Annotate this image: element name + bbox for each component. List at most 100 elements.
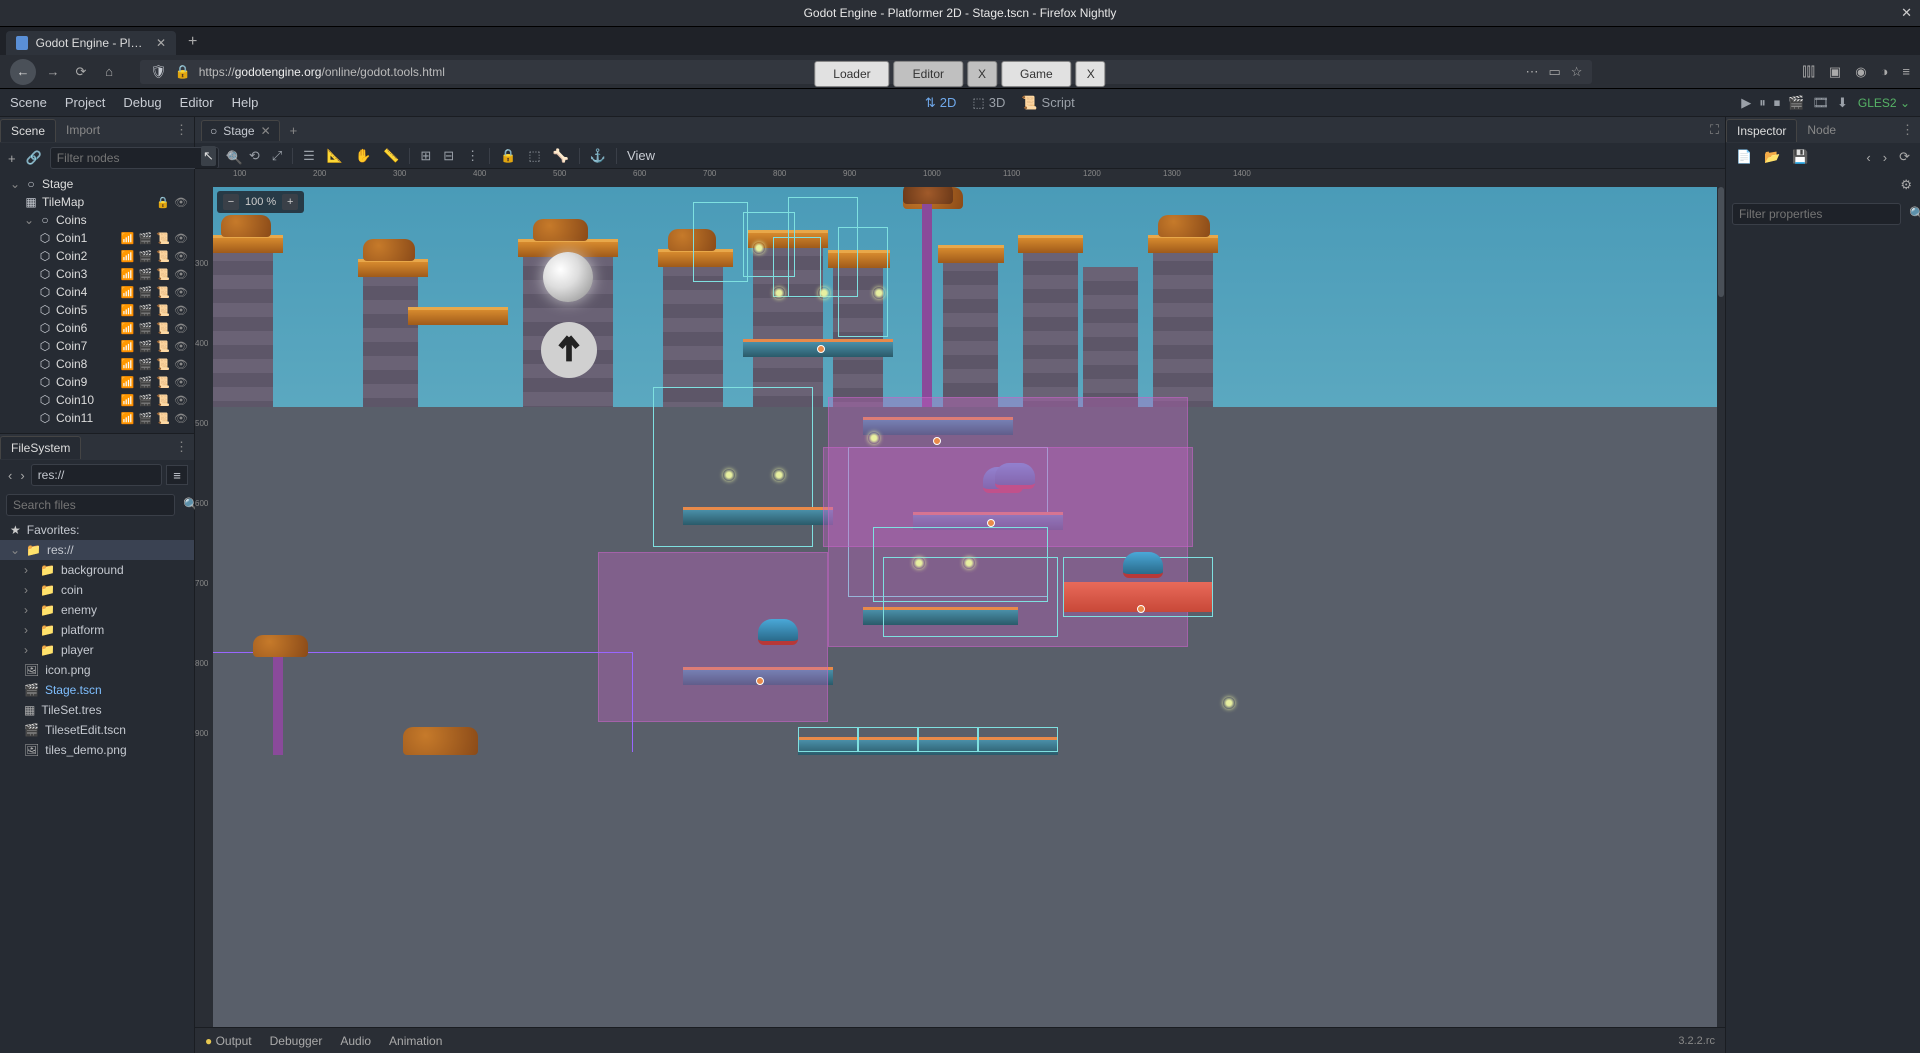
player-spawn-icon[interactable]: [541, 322, 597, 378]
scene-instance-icon[interactable]: 🎬: [139, 304, 153, 317]
tree-row[interactable]: ⌄ ○ Coins: [0, 211, 194, 229]
history-back-button[interactable]: ‹: [1864, 148, 1872, 167]
handle-icon[interactable]: [987, 519, 995, 527]
enemy-sprite[interactable]: [1123, 552, 1163, 578]
handle-icon[interactable]: [933, 437, 941, 445]
script-icon[interactable]: 📜: [156, 394, 170, 407]
save-resource-button[interactable]: 💾: [1790, 147, 1810, 167]
folder-row[interactable]: ›📁platform: [0, 620, 194, 640]
close-game-button[interactable]: X: [1076, 61, 1106, 87]
load-resource-button[interactable]: 📂: [1762, 147, 1782, 167]
renderer-select[interactable]: GLES2 ⌄: [1858, 96, 1910, 110]
list-tool[interactable]: ☰: [301, 146, 317, 166]
menu-help[interactable]: Help: [232, 95, 259, 110]
path-forward-button[interactable]: ›: [18, 466, 26, 485]
menu-project[interactable]: Project: [65, 95, 105, 110]
collapse-icon[interactable]: ⌄: [10, 543, 20, 557]
ruler-tool[interactable]: 📐: [325, 146, 345, 166]
mode-3d-button[interactable]: ⬚3D: [972, 95, 1005, 111]
close-editor-button[interactable]: X: [967, 61, 997, 87]
collapse-icon[interactable]: ⌄: [10, 177, 20, 191]
tab-close-button[interactable]: ✕: [156, 36, 166, 50]
coin-sprite[interactable]: [1223, 697, 1235, 709]
reload-button[interactable]: ⟳: [70, 61, 92, 83]
scene-instance-icon[interactable]: 🎬: [139, 286, 153, 299]
editor-tab[interactable]: Editor: [894, 61, 963, 87]
folder-row[interactable]: ⌄📁res://: [0, 540, 194, 560]
menu-icon[interactable]: ≡: [1902, 64, 1910, 79]
visibility-icon[interactable]: 👁: [174, 322, 188, 335]
node-tab[interactable]: Node: [1797, 119, 1846, 141]
view-menu[interactable]: View: [625, 146, 657, 165]
inspector-tab[interactable]: Inspector: [1726, 119, 1797, 142]
file-row[interactable]: 🎬Stage.tscn: [0, 680, 194, 700]
tree-row[interactable]: ⬡Coin4📶🎬📜👁: [0, 283, 194, 301]
platform[interactable]: [683, 507, 833, 525]
add-node-button[interactable]: +: [6, 149, 18, 168]
pause-button[interactable]: ⏸: [1759, 95, 1766, 111]
tree-row[interactable]: ⬡Coin8📶🎬📜👁: [0, 355, 194, 373]
panel-menu-icon[interactable]: ⋮: [1895, 122, 1920, 138]
coin-sprite[interactable]: [963, 557, 975, 569]
smart-snap-toggle[interactable]: ⊟: [441, 146, 456, 166]
player-light-icon[interactable]: [543, 252, 593, 302]
script-icon[interactable]: 📜: [156, 376, 170, 389]
lock-button[interactable]: 🔒: [498, 146, 518, 166]
snap-options[interactable]: ⋮: [464, 146, 481, 166]
snap-toggle[interactable]: ⊞: [418, 146, 433, 166]
play-scene-button[interactable]: 🎬: [1788, 95, 1804, 111]
script-icon[interactable]: 📜: [156, 412, 170, 425]
canvas[interactable]: − 100 % +: [213, 187, 1725, 1027]
coin-sprite[interactable]: [868, 432, 880, 444]
coin-sprite[interactable]: [753, 242, 765, 254]
file-row[interactable]: ▦TileSet.tres: [0, 700, 194, 720]
collapse-icon[interactable]: ⌄: [24, 213, 34, 227]
tree-row[interactable]: ⌄ ○ Stage: [0, 175, 194, 193]
visibility-icon[interactable]: 👁: [174, 304, 188, 317]
handle-icon[interactable]: [756, 677, 764, 685]
add-scene-button[interactable]: +: [286, 123, 302, 138]
visibility-icon[interactable]: 👁: [174, 358, 188, 371]
folder-row[interactable]: ›📁enemy: [0, 600, 194, 620]
signal-icon[interactable]: 📶: [121, 412, 135, 425]
coin-sprite[interactable]: [873, 287, 885, 299]
menu-editor[interactable]: Editor: [180, 95, 214, 110]
close-scene-button[interactable]: ✕: [261, 124, 271, 138]
link-node-button[interactable]: 🔗: [24, 148, 44, 168]
panel-menu-icon[interactable]: ⋮: [169, 122, 194, 138]
pan-tool[interactable]: ✋: [353, 146, 373, 166]
handle-icon[interactable]: [817, 345, 825, 353]
zoom-out-button[interactable]: −: [223, 194, 239, 210]
signal-icon[interactable]: 📶: [121, 250, 135, 263]
signal-icon[interactable]: 📶: [121, 304, 135, 317]
loader-tab[interactable]: Loader: [814, 61, 889, 87]
script-icon[interactable]: 📜: [156, 304, 170, 317]
folder-row[interactable]: ›📁background: [0, 560, 194, 580]
measure-tool[interactable]: 📏: [381, 146, 401, 166]
history-menu-button[interactable]: ⟳: [1897, 147, 1912, 167]
mode-script-button[interactable]: 📜Script: [1021, 95, 1074, 111]
script-icon[interactable]: 📜: [156, 322, 170, 335]
file-row[interactable]: 🖼tiles_demo.png: [0, 740, 194, 760]
script-icon[interactable]: 📜: [156, 250, 170, 263]
scrollbar-vertical[interactable]: [1717, 187, 1725, 1027]
panel-menu-icon[interactable]: ⋮: [169, 439, 194, 455]
mode-2d-button[interactable]: ⇅2D: [925, 95, 957, 111]
script-icon[interactable]: 📜: [156, 286, 170, 299]
filesystem-tab[interactable]: FileSystem: [0, 436, 81, 459]
tree-row[interactable]: ⬡Coin11📶🎬📜👁: [0, 409, 194, 427]
tree-row[interactable]: ⬡Coin7📶🎬📜👁: [0, 337, 194, 355]
inspector-tools-button[interactable]: ⚙: [1898, 175, 1914, 195]
visibility-icon[interactable]: 👁: [174, 196, 188, 209]
folder-row[interactable]: ›📁player: [0, 640, 194, 660]
sidebar-icon[interactable]: ▣: [1829, 64, 1841, 80]
coin-sprite[interactable]: [773, 287, 785, 299]
visibility-icon[interactable]: 👁: [174, 250, 188, 263]
scale-tool[interactable]: ⤢: [270, 146, 284, 166]
tree-row[interactable]: ⬡Coin3📶🎬📜👁: [0, 265, 194, 283]
handle-icon[interactable]: [1137, 605, 1145, 613]
audio-tab[interactable]: Audio: [340, 1034, 371, 1048]
filesystem-tree[interactable]: ★Favorites: ⌄📁res:// ›📁background ›📁coin…: [0, 520, 194, 1053]
scene-tab[interactable]: Scene: [0, 119, 56, 142]
tree-row[interactable]: ▦ TileMap 🔒👁: [0, 193, 194, 211]
